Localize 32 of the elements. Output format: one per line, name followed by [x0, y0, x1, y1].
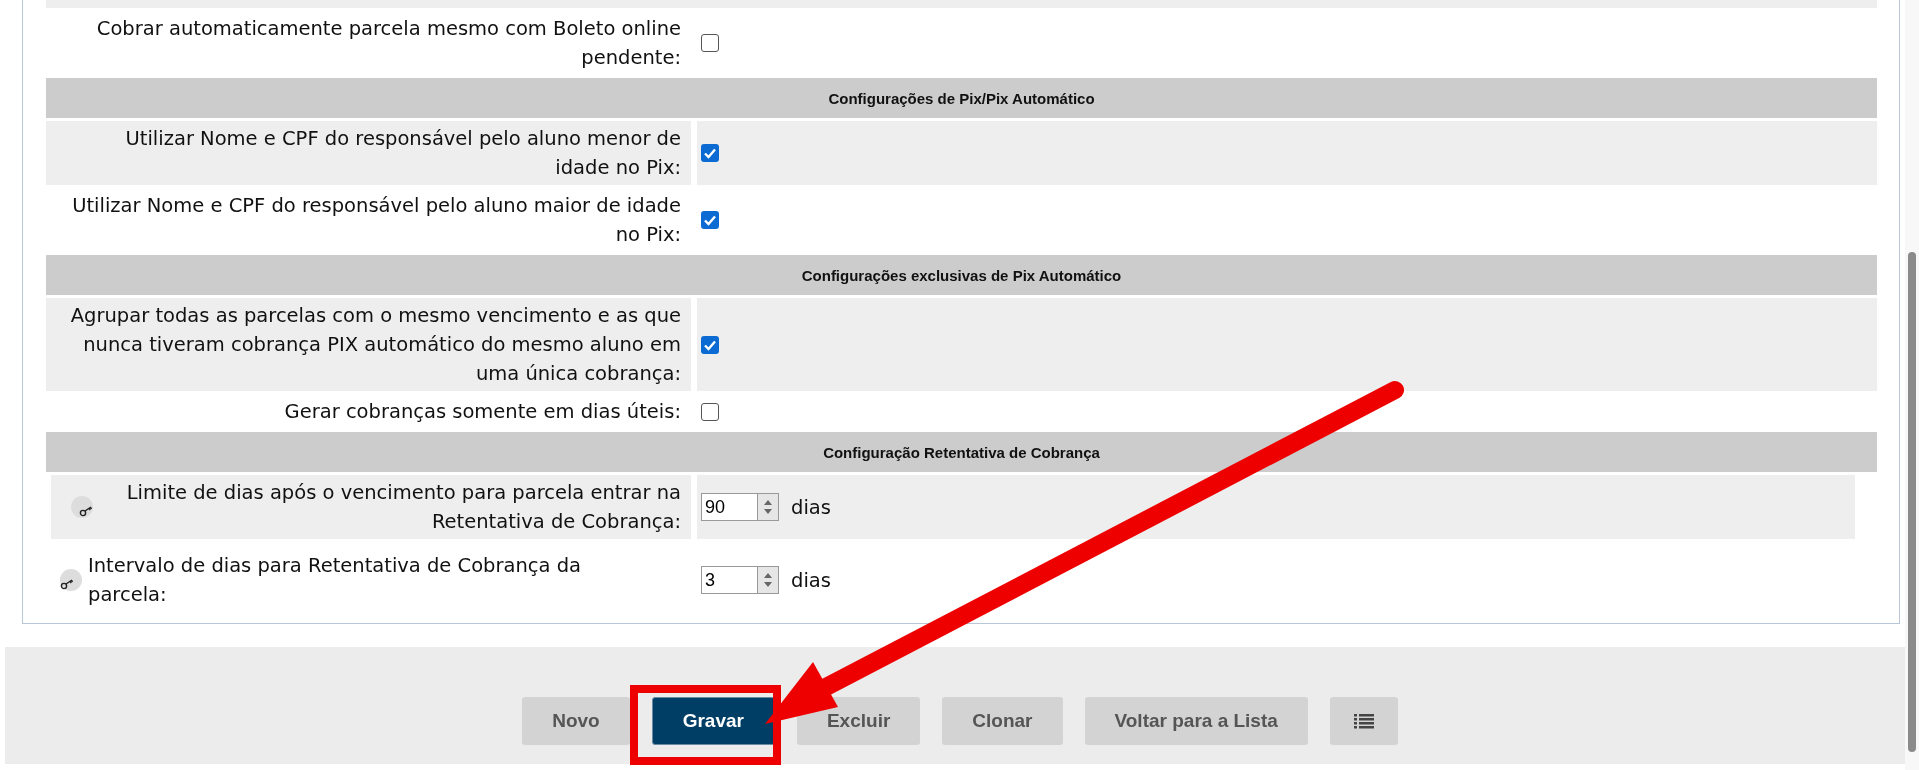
- unit-label: dias: [791, 568, 831, 592]
- field-label: Gerar cobranças somente em dias úteis:: [284, 399, 681, 425]
- section-header: Configurações exclusivas de Pix Automático: [46, 255, 1877, 295]
- up-down-arrows-icon: [764, 573, 772, 587]
- scrollbar[interactable]: [1905, 0, 1919, 770]
- field-label: Utilizar Nome e CPF do responsável pelo aluno menor de idade no Pix:: [124, 126, 681, 181]
- checkbox[interactable]: [701, 211, 719, 229]
- key-icon: [71, 496, 93, 518]
- number-input[interactable]: 90: [701, 493, 757, 521]
- checkbox[interactable]: [701, 402, 719, 421]
- field-label: Agrupar todas as parcelas com o mesmo vencimento e as que nunca tiveram cobrança PIX automático do mesmo aluno em uma única cobrança:: [69, 303, 681, 387]
- number-input[interactable]: 3: [701, 566, 757, 594]
- action-button[interactable]: Gravar: [651, 697, 775, 745]
- list-button[interactable]: [1329, 697, 1398, 745]
- up-down-arrows-icon: [764, 500, 772, 514]
- field-label: Limite de dias após o vencimento para parcela entrar na Retentativa de Cobrança:: [125, 480, 681, 535]
- checkbox[interactable]: [701, 144, 719, 162]
- key-icon: [60, 569, 82, 591]
- field-label: Intervalo de dias para Retentativa de Cobrança da parcela:: [88, 553, 582, 608]
- checkbox[interactable]: [701, 34, 719, 52]
- field-label: Utilizar Nome e CPF do responsável pelo aluno maior de idade no Pix:: [71, 193, 681, 248]
- action-button[interactable]: Voltar para a Lista: [1084, 697, 1308, 745]
- section-header: Configurações de Pix/Pix Automático: [46, 78, 1877, 118]
- checkbox[interactable]: [701, 335, 719, 354]
- section-header: Configuração Retentativa de Cobrança: [46, 432, 1877, 472]
- list-icon: [1353, 713, 1374, 729]
- spinner-button[interactable]: [757, 493, 779, 521]
- unit-label: dias: [791, 495, 831, 519]
- action-button[interactable]: Clonar: [942, 697, 1063, 745]
- action-button[interactable]: Novo: [522, 697, 630, 745]
- spinner-button[interactable]: [757, 566, 779, 594]
- field-label: Cobrar automaticamente parcela mesmo com Boleto online pendente:: [95, 16, 681, 71]
